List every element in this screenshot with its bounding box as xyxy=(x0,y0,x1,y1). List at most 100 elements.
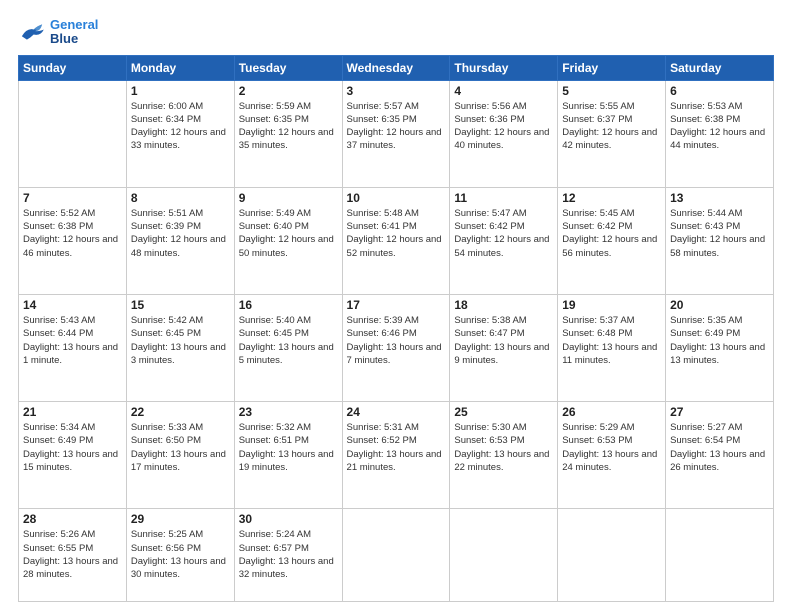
weekday-header-friday: Friday xyxy=(558,55,666,80)
day-info: Sunrise: 5:53 AMSunset: 6:38 PMDaylight:… xyxy=(670,100,769,153)
day-info: Sunrise: 5:39 AMSunset: 6:46 PMDaylight:… xyxy=(347,314,446,367)
day-info: Sunrise: 5:48 AMSunset: 6:41 PMDaylight:… xyxy=(347,207,446,260)
day-number: 23 xyxy=(239,405,338,419)
day-cell xyxy=(342,509,450,602)
day-cell: 17 Sunrise: 5:39 AMSunset: 6:46 PMDayligh… xyxy=(342,294,450,401)
day-info: Sunrise: 5:30 AMSunset: 6:53 PMDaylight:… xyxy=(454,421,553,474)
day-info: Sunrise: 5:43 AMSunset: 6:44 PMDaylight:… xyxy=(23,314,122,367)
day-info: Sunrise: 5:26 AMSunset: 6:55 PMDaylight:… xyxy=(23,528,122,581)
logo: General Blue xyxy=(18,18,98,47)
day-number: 27 xyxy=(670,405,769,419)
calendar-table: SundayMondayTuesdayWednesdayThursdayFrid… xyxy=(18,55,774,602)
day-number: 7 xyxy=(23,191,122,205)
day-cell xyxy=(19,80,127,187)
day-number: 19 xyxy=(562,298,661,312)
day-number: 28 xyxy=(23,512,122,526)
day-info: Sunrise: 5:29 AMSunset: 6:53 PMDaylight:… xyxy=(562,421,661,474)
weekday-header-thursday: Thursday xyxy=(450,55,558,80)
day-cell: 13Sunrise: 5:44 AMSunset: 6:43 PMDayligh… xyxy=(666,187,774,294)
day-cell xyxy=(666,509,774,602)
header: General Blue xyxy=(18,18,774,47)
day-number: 21 xyxy=(23,405,122,419)
day-number: 14 xyxy=(23,298,122,312)
day-cell: 12 Sunrise: 5:45 AMSunset: 6:42 PMDayligh… xyxy=(558,187,666,294)
weekday-header-wednesday: Wednesday xyxy=(342,55,450,80)
day-number: 5 xyxy=(562,84,661,98)
day-info: Sunrise: 5:55 AMSunset: 6:37 PMDaylight:… xyxy=(562,100,661,153)
day-cell: 10Sunrise: 5:48 AMSunset: 6:41 PMDayligh… xyxy=(342,187,450,294)
day-number: 12 xyxy=(562,191,661,205)
weekday-header-row: SundayMondayTuesdayWednesdayThursdayFrid… xyxy=(19,55,774,80)
day-number: 16 xyxy=(239,298,338,312)
day-info: Sunrise: 5:45 AMSunset: 6:42 PMDaylight:… xyxy=(562,207,661,260)
day-cell: 15Sunrise: 5:42 AMSunset: 6:45 PMDayligh… xyxy=(126,294,234,401)
page: General Blue SundayMondayTuesdayWednesda… xyxy=(0,0,792,612)
day-number: 25 xyxy=(454,405,553,419)
day-number: 20 xyxy=(670,298,769,312)
day-cell: 11Sunrise: 5:47 AMSunset: 6:42 PMDayligh… xyxy=(450,187,558,294)
day-cell: 8Sunrise: 5:51 AMSunset: 6:39 PMDaylight… xyxy=(126,187,234,294)
day-cell: 28 Sunrise: 5:26 AMSunset: 6:55 PMDayligh… xyxy=(19,509,127,602)
day-info: Sunrise: 5:31 AMSunset: 6:52 PMDaylight:… xyxy=(347,421,446,474)
day-number: 15 xyxy=(131,298,230,312)
weekday-header-sunday: Sunday xyxy=(19,55,127,80)
weekday-header-tuesday: Tuesday xyxy=(234,55,342,80)
week-row-1: 1 Sunrise: 6:00 AMSunset: 6:34 PMDaylight… xyxy=(19,80,774,187)
day-number: 9 xyxy=(239,191,338,205)
day-number: 1 xyxy=(131,84,230,98)
day-info: Sunrise: 5:33 AMSunset: 6:50 PMDaylight:… xyxy=(131,421,230,474)
week-row-5: 28 Sunrise: 5:26 AMSunset: 6:55 PMDayligh… xyxy=(19,509,774,602)
day-number: 6 xyxy=(670,84,769,98)
day-number: 13 xyxy=(670,191,769,205)
week-row-2: 7 Sunrise: 5:52 AMSunset: 6:38 PMDaylight… xyxy=(19,187,774,294)
week-row-4: 21 Sunrise: 5:34 AMSunset: 6:49 PMDayligh… xyxy=(19,402,774,509)
day-cell: 6 Sunrise: 5:53 AMSunset: 6:38 PMDaylight… xyxy=(666,80,774,187)
day-cell: 7 Sunrise: 5:52 AMSunset: 6:38 PMDaylight… xyxy=(19,187,127,294)
day-cell: 1 Sunrise: 6:00 AMSunset: 6:34 PMDaylight… xyxy=(126,80,234,187)
day-cell: 21 Sunrise: 5:34 AMSunset: 6:49 PMDayligh… xyxy=(19,402,127,509)
day-info: Sunrise: 5:56 AMSunset: 6:36 PMDaylight:… xyxy=(454,100,553,153)
day-cell: 25 Sunrise: 5:30 AMSunset: 6:53 PMDayligh… xyxy=(450,402,558,509)
day-info: Sunrise: 5:32 AMSunset: 6:51 PMDaylight:… xyxy=(239,421,338,474)
day-info: Sunrise: 5:52 AMSunset: 6:38 PMDaylight:… xyxy=(23,207,122,260)
day-number: 24 xyxy=(347,405,446,419)
day-info: Sunrise: 5:40 AMSunset: 6:45 PMDaylight:… xyxy=(239,314,338,367)
day-number: 2 xyxy=(239,84,338,98)
day-cell: 20 Sunrise: 5:35 AMSunset: 6:49 PMDayligh… xyxy=(666,294,774,401)
day-cell: 9 Sunrise: 5:49 AMSunset: 6:40 PMDaylight… xyxy=(234,187,342,294)
logo-text: General Blue xyxy=(50,18,98,47)
weekday-header-saturday: Saturday xyxy=(666,55,774,80)
day-info: Sunrise: 5:35 AMSunset: 6:49 PMDaylight:… xyxy=(670,314,769,367)
day-cell: 23 Sunrise: 5:32 AMSunset: 6:51 PMDayligh… xyxy=(234,402,342,509)
day-cell: 14 Sunrise: 5:43 AMSunset: 6:44 PMDayligh… xyxy=(19,294,127,401)
day-info: Sunrise: 5:37 AMSunset: 6:48 PMDaylight:… xyxy=(562,314,661,367)
day-cell: 30 Sunrise: 5:24 AMSunset: 6:57 PMDayligh… xyxy=(234,509,342,602)
day-cell xyxy=(450,509,558,602)
day-number: 30 xyxy=(239,512,338,526)
day-cell: 18Sunrise: 5:38 AMSunset: 6:47 PMDayligh… xyxy=(450,294,558,401)
day-number: 8 xyxy=(131,191,230,205)
day-cell: 22 Sunrise: 5:33 AMSunset: 6:50 PMDayligh… xyxy=(126,402,234,509)
day-cell: 5 Sunrise: 5:55 AMSunset: 6:37 PMDaylight… xyxy=(558,80,666,187)
day-info: Sunrise: 6:00 AMSunset: 6:34 PMDaylight:… xyxy=(131,100,230,153)
day-info: Sunrise: 5:59 AMSunset: 6:35 PMDaylight:… xyxy=(239,100,338,153)
day-number: 4 xyxy=(454,84,553,98)
day-info: Sunrise: 5:49 AMSunset: 6:40 PMDaylight:… xyxy=(239,207,338,260)
weekday-header-monday: Monday xyxy=(126,55,234,80)
logo-icon xyxy=(18,21,46,43)
day-number: 17 xyxy=(347,298,446,312)
day-cell: 2 Sunrise: 5:59 AMSunset: 6:35 PMDaylight… xyxy=(234,80,342,187)
day-info: Sunrise: 5:57 AMSunset: 6:35 PMDaylight:… xyxy=(347,100,446,153)
day-cell xyxy=(558,509,666,602)
day-number: 29 xyxy=(131,512,230,526)
day-info: Sunrise: 5:25 AMSunset: 6:56 PMDaylight:… xyxy=(131,528,230,581)
day-cell: 19 Sunrise: 5:37 AMSunset: 6:48 PMDayligh… xyxy=(558,294,666,401)
day-cell: 4 Sunrise: 5:56 AMSunset: 6:36 PMDaylight… xyxy=(450,80,558,187)
day-info: Sunrise: 5:24 AMSunset: 6:57 PMDaylight:… xyxy=(239,528,338,581)
day-info: Sunrise: 5:27 AMSunset: 6:54 PMDaylight:… xyxy=(670,421,769,474)
day-number: 22 xyxy=(131,405,230,419)
day-info: Sunrise: 5:38 AMSunset: 6:47 PMDaylight:… xyxy=(454,314,553,367)
day-cell: 3Sunrise: 5:57 AMSunset: 6:35 PMDaylight… xyxy=(342,80,450,187)
day-info: Sunrise: 5:34 AMSunset: 6:49 PMDaylight:… xyxy=(23,421,122,474)
day-cell: 29 Sunrise: 5:25 AMSunset: 6:56 PMDayligh… xyxy=(126,509,234,602)
